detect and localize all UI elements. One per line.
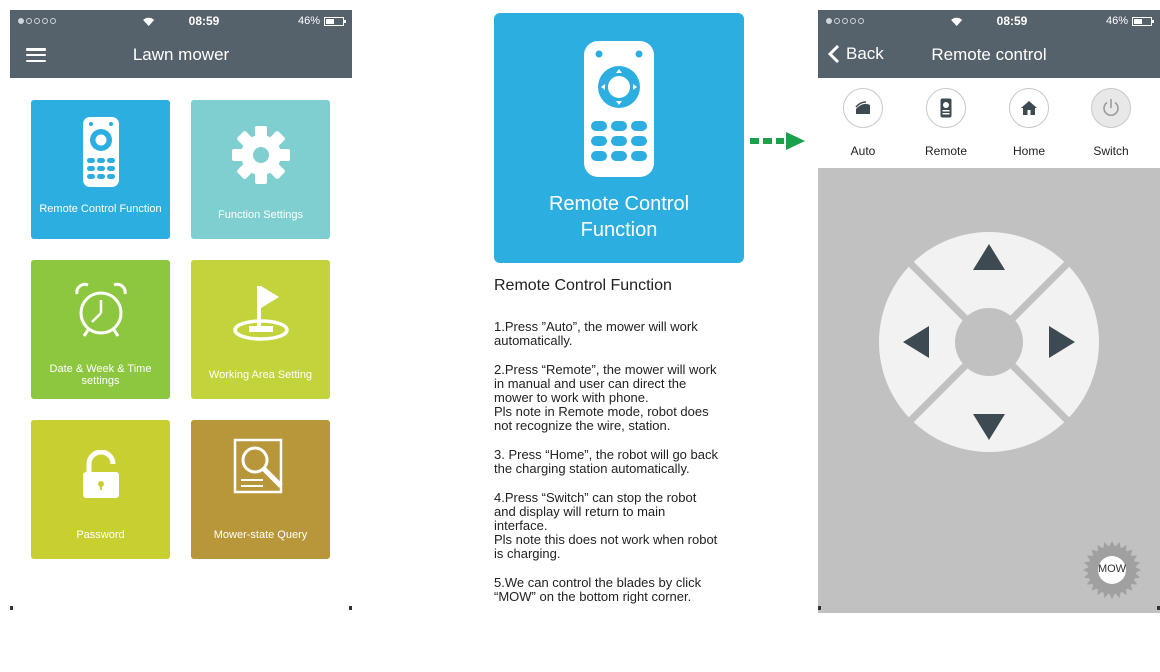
description-text: 1.Press ”Auto”, the mower will work auto…	[494, 320, 794, 619]
page-title: Lawn mower	[132, 45, 230, 64]
top-nav: Lawn mower	[10, 32, 352, 78]
mow-label: MOW	[1097, 563, 1127, 575]
crop-mark	[10, 606, 13, 610]
remote-icon	[926, 88, 966, 128]
auto-mode-button[interactable]: Auto	[833, 88, 893, 158]
remote-control-icon	[584, 41, 654, 177]
status-time: 08:59	[996, 14, 1028, 28]
mode-bar: Auto Remote Home Switch	[818, 78, 1160, 168]
mow-button[interactable]: MOW	[1082, 540, 1142, 600]
battery-icon	[1132, 16, 1154, 26]
wifi-icon	[951, 17, 963, 26]
battery-percent: 46%	[297, 15, 320, 27]
crop-mark	[818, 606, 821, 610]
tile-working-area-setting[interactable]: Working Area Setting	[191, 260, 330, 399]
tile-label: Mower-state Query	[213, 529, 308, 541]
tile-label: Remote Control Function	[39, 203, 162, 215]
mode-label: Remote	[924, 144, 968, 158]
tile-mower-state-query[interactable]: Mower-state Query	[191, 420, 330, 559]
top-nav: Back Remote control	[818, 32, 1160, 78]
remote-control-tile-enlarged: Remote Control Function	[494, 13, 744, 263]
tile-label: Working Area Setting	[208, 369, 313, 381]
signal-icon	[18, 18, 56, 24]
remote-control-screen: 08:59 46% Back Remote control Auto Remot…	[818, 10, 1160, 613]
battery-icon	[324, 16, 346, 26]
description-paragraph: 2.Press “Remote”, the mower will work in…	[494, 362, 717, 433]
home-icon	[1009, 88, 1049, 128]
status-bar: 08:59 46%	[10, 10, 352, 32]
golf-flag-icon	[232, 286, 289, 341]
tile-date-time-settings[interactable]: Date & Week & Time settings	[31, 260, 170, 399]
tile-label: Date & Week & Time settings	[49, 363, 152, 387]
tile-remote-control[interactable]: Remote Control Function	[31, 100, 170, 239]
big-tile-label-line2: Function	[580, 219, 658, 241]
tile-label: Password	[76, 529, 125, 541]
description-paragraph: 3. Press “Home”, the robot will go back …	[494, 447, 718, 476]
home-mode-button[interactable]: Home	[999, 88, 1059, 158]
tile-function-settings[interactable]: Function Settings	[191, 100, 330, 239]
alarm-clock-icon	[74, 282, 127, 337]
power-icon	[1091, 88, 1131, 128]
big-tile-label: Remote Control Function	[494, 191, 744, 243]
unlock-icon	[82, 450, 119, 498]
wifi-icon	[143, 17, 155, 26]
battery-percent: 46%	[1105, 15, 1128, 27]
back-button[interactable]: Back	[828, 44, 884, 64]
crop-mark	[349, 606, 352, 610]
switch-button[interactable]: Switch	[1081, 88, 1141, 158]
big-tile-label-line1: Remote Control	[548, 193, 690, 215]
mode-label: Auto	[850, 144, 876, 158]
dashed-arrow-icon	[750, 132, 805, 150]
direction-pad	[879, 232, 1099, 452]
chevron-left-icon	[828, 44, 840, 64]
description-paragraph: 5.We can control the blades by click “MO…	[494, 575, 702, 604]
page-title: Remote control	[931, 45, 1047, 64]
description-paragraph: 4.Press “Switch” can stop the robot and …	[494, 490, 718, 561]
search-document-icon	[233, 438, 283, 494]
status-bar: 08:59 46%	[818, 10, 1160, 32]
mode-label: Home	[1012, 144, 1045, 158]
mode-label: Switch	[1093, 144, 1129, 158]
gear-icon	[231, 126, 290, 184]
tile-label: Function Settings	[218, 209, 303, 221]
remote-mode-button[interactable]: Remote	[916, 88, 976, 158]
remote-control-icon	[82, 117, 119, 187]
status-time: 08:59	[188, 14, 220, 28]
tile-password[interactable]: Password	[31, 420, 170, 559]
description-title: Remote Control Function	[494, 277, 672, 294]
auto-icon	[843, 88, 883, 128]
description-paragraph: 1.Press ”Auto”, the mower will work auto…	[494, 319, 698, 348]
signal-icon	[826, 18, 864, 24]
